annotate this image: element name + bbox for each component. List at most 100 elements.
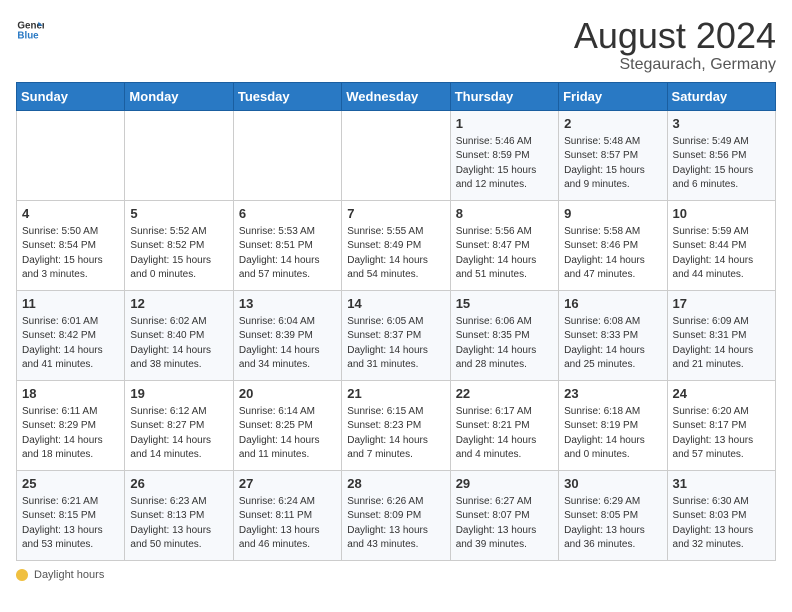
- calendar-cell: 11Sunrise: 6:01 AM Sunset: 8:42 PM Dayli…: [17, 290, 125, 380]
- calendar-cell: 3 Sunrise: 5:49 AM Sunset: 8:56 PM Daylig…: [667, 110, 775, 200]
- calendar-cell: 22Sunrise: 6:17 AM Sunset: 8:21 PM Dayli…: [450, 380, 558, 470]
- day-info: Sunrise: 5:53 AM Sunset: 8:51 PM Dayligh…: [239, 225, 336, 283]
- calendar-cell: 13 Sunrise: 6:04 AM Sunset: 8:39 PM Dayli…: [233, 290, 341, 380]
- daylight-label: Daylight hours: [34, 569, 104, 581]
- calendar-week-row: 25Sunrise: 6:21 AM Sunset: 8:15 PM Dayli…: [17, 470, 776, 560]
- calendar-cell: 20Sunrise: 6:14 AM Sunset: 8:25 PM Dayli…: [233, 380, 341, 470]
- day-number: 5: [130, 205, 227, 223]
- calendar-cell: 1Sunrise: 5:46 AM Sunset: 8:59 PM Daylig…: [450, 110, 558, 200]
- day-number: 21: [347, 385, 444, 403]
- calendar-cell: 28 Sunrise: 6:26 AM Sunset: 8:09 PM Dayli…: [342, 470, 450, 560]
- day-info: Sunrise: 5:49 AM Sunset: 8:56 PM Dayligh…: [673, 135, 770, 193]
- calendar-week-row: 11Sunrise: 6:01 AM Sunset: 8:42 PM Dayli…: [17, 290, 776, 380]
- calendar-cell: 27 Sunrise: 6:24 AM Sunset: 8:11 PM Dayli…: [233, 470, 341, 560]
- weekday-header-friday: Friday: [559, 82, 667, 110]
- day-number: 7: [347, 205, 444, 223]
- calendar-cell: 4 Sunrise: 5:50 AM Sunset: 8:54 PM Daylig…: [17, 200, 125, 290]
- day-info: Sunrise: 6:20 AM Sunset: 8:17 PM Dayligh…: [673, 405, 770, 463]
- day-number: 11: [22, 295, 119, 313]
- calendar-cell: 29 Sunrise: 6:27 AM Sunset: 8:07 PM Dayli…: [450, 470, 558, 560]
- calendar-cell: 23 Sunrise: 6:18 AM Sunset: 8:19 PM Dayli…: [559, 380, 667, 470]
- calendar-cell: 14Sunrise: 6:05 AM Sunset: 8:37 PM Dayli…: [342, 290, 450, 380]
- day-number: 2: [564, 115, 661, 133]
- calendar-body: 1Sunrise: 5:46 AM Sunset: 8:59 PM Daylig…: [17, 110, 776, 560]
- day-number: 14: [347, 295, 444, 313]
- day-info: Sunrise: 6:11 AM Sunset: 8:29 PM Dayligh…: [22, 405, 119, 463]
- day-number: 17: [673, 295, 770, 313]
- weekday-header-wednesday: Wednesday: [342, 82, 450, 110]
- calendar-footer: Daylight hours: [16, 569, 776, 581]
- logo-icon: General Blue: [16, 16, 44, 44]
- day-number: 6: [239, 205, 336, 223]
- day-info: Sunrise: 6:23 AM Sunset: 8:13 PM Dayligh…: [130, 495, 227, 553]
- logo: General Blue: [16, 16, 44, 44]
- day-info: Sunrise: 6:08 AM Sunset: 8:33 PM Dayligh…: [564, 315, 661, 373]
- day-info: Sunrise: 5:55 AM Sunset: 8:49 PM Dayligh…: [347, 225, 444, 283]
- day-number: 18: [22, 385, 119, 403]
- calendar-cell: 25Sunrise: 6:21 AM Sunset: 8:15 PM Dayli…: [17, 470, 125, 560]
- calendar-cell: 2 Sunrise: 5:48 AM Sunset: 8:57 PM Daylig…: [559, 110, 667, 200]
- calendar-cell: 31Sunrise: 6:30 AM Sunset: 8:03 PM Dayli…: [667, 470, 775, 560]
- calendar-cell: 5 Sunrise: 5:52 AM Sunset: 8:52 PM Daylig…: [125, 200, 233, 290]
- day-number: 16: [564, 295, 661, 313]
- calendar-cell: 6 Sunrise: 5:53 AM Sunset: 8:51 PM Daylig…: [233, 200, 341, 290]
- day-info: Sunrise: 5:50 AM Sunset: 8:54 PM Dayligh…: [22, 225, 119, 283]
- day-number: 8: [456, 205, 553, 223]
- day-info: Sunrise: 6:26 AM Sunset: 8:09 PM Dayligh…: [347, 495, 444, 553]
- day-number: 23: [564, 385, 661, 403]
- day-number: 9: [564, 205, 661, 223]
- day-number: 24: [673, 385, 770, 403]
- day-info: Sunrise: 6:21 AM Sunset: 8:15 PM Dayligh…: [22, 495, 119, 553]
- calendar-week-row: 4 Sunrise: 5:50 AM Sunset: 8:54 PM Daylig…: [17, 200, 776, 290]
- weekday-header-thursday: Thursday: [450, 82, 558, 110]
- day-number: 10: [673, 205, 770, 223]
- day-number: 4: [22, 205, 119, 223]
- day-info: Sunrise: 6:29 AM Sunset: 8:05 PM Dayligh…: [564, 495, 661, 553]
- weekday-header-row: SundayMondayTuesdayWednesdayThursdayFrid…: [17, 82, 776, 110]
- day-info: Sunrise: 6:09 AM Sunset: 8:31 PM Dayligh…: [673, 315, 770, 373]
- day-number: 29: [456, 475, 553, 493]
- calendar-cell: [125, 110, 233, 200]
- calendar-cell: 21 Sunrise: 6:15 AM Sunset: 8:23 PM Dayli…: [342, 380, 450, 470]
- svg-text:Blue: Blue: [17, 30, 39, 41]
- page-header: General Blue August 2024 Stegaurach, Ger…: [16, 16, 776, 74]
- calendar-cell: 7 Sunrise: 5:55 AM Sunset: 8:49 PM Daylig…: [342, 200, 450, 290]
- calendar-cell: 26 Sunrise: 6:23 AM Sunset: 8:13 PM Dayli…: [125, 470, 233, 560]
- day-number: 1: [456, 115, 553, 133]
- calendar-cell: [17, 110, 125, 200]
- day-number: 27: [239, 475, 336, 493]
- month-year-title: August 2024: [574, 16, 776, 56]
- day-number: 28: [347, 475, 444, 493]
- day-info: Sunrise: 5:59 AM Sunset: 8:44 PM Dayligh…: [673, 225, 770, 283]
- day-number: 3: [673, 115, 770, 133]
- calendar-cell: 9Sunrise: 5:58 AM Sunset: 8:46 PM Daylig…: [559, 200, 667, 290]
- day-info: Sunrise: 5:52 AM Sunset: 8:52 PM Dayligh…: [130, 225, 227, 283]
- weekday-header-monday: Monday: [125, 82, 233, 110]
- title-area: August 2024 Stegaurach, Germany: [574, 16, 776, 74]
- day-info: Sunrise: 6:02 AM Sunset: 8:40 PM Dayligh…: [130, 315, 227, 373]
- calendar-header: SundayMondayTuesdayWednesdayThursdayFrid…: [17, 82, 776, 110]
- calendar-cell: 8Sunrise: 5:56 AM Sunset: 8:47 PM Daylig…: [450, 200, 558, 290]
- day-info: Sunrise: 6:15 AM Sunset: 8:23 PM Dayligh…: [347, 405, 444, 463]
- daylight-icon: [16, 569, 28, 581]
- day-info: Sunrise: 6:27 AM Sunset: 8:07 PM Dayligh…: [456, 495, 553, 553]
- weekday-header-sunday: Sunday: [17, 82, 125, 110]
- calendar-cell: 30Sunrise: 6:29 AM Sunset: 8:05 PM Dayli…: [559, 470, 667, 560]
- calendar-cell: 18 Sunrise: 6:11 AM Sunset: 8:29 PM Dayli…: [17, 380, 125, 470]
- day-info: Sunrise: 6:06 AM Sunset: 8:35 PM Dayligh…: [456, 315, 553, 373]
- day-info: Sunrise: 6:24 AM Sunset: 8:11 PM Dayligh…: [239, 495, 336, 553]
- day-number: 19: [130, 385, 227, 403]
- day-info: Sunrise: 5:48 AM Sunset: 8:57 PM Dayligh…: [564, 135, 661, 193]
- calendar-cell: 17 Sunrise: 6:09 AM Sunset: 8:31 PM Dayli…: [667, 290, 775, 380]
- day-info: Sunrise: 6:04 AM Sunset: 8:39 PM Dayligh…: [239, 315, 336, 373]
- day-info: Sunrise: 6:18 AM Sunset: 8:19 PM Dayligh…: [564, 405, 661, 463]
- day-number: 12: [130, 295, 227, 313]
- calendar-week-row: 18 Sunrise: 6:11 AM Sunset: 8:29 PM Dayli…: [17, 380, 776, 470]
- day-number: 13: [239, 295, 336, 313]
- calendar-week-row: 1Sunrise: 5:46 AM Sunset: 8:59 PM Daylig…: [17, 110, 776, 200]
- day-number: 20: [239, 385, 336, 403]
- day-info: Sunrise: 6:17 AM Sunset: 8:21 PM Dayligh…: [456, 405, 553, 463]
- day-number: 26: [130, 475, 227, 493]
- day-info: Sunrise: 6:12 AM Sunset: 8:27 PM Dayligh…: [130, 405, 227, 463]
- calendar-cell: 12 Sunrise: 6:02 AM Sunset: 8:40 PM Dayli…: [125, 290, 233, 380]
